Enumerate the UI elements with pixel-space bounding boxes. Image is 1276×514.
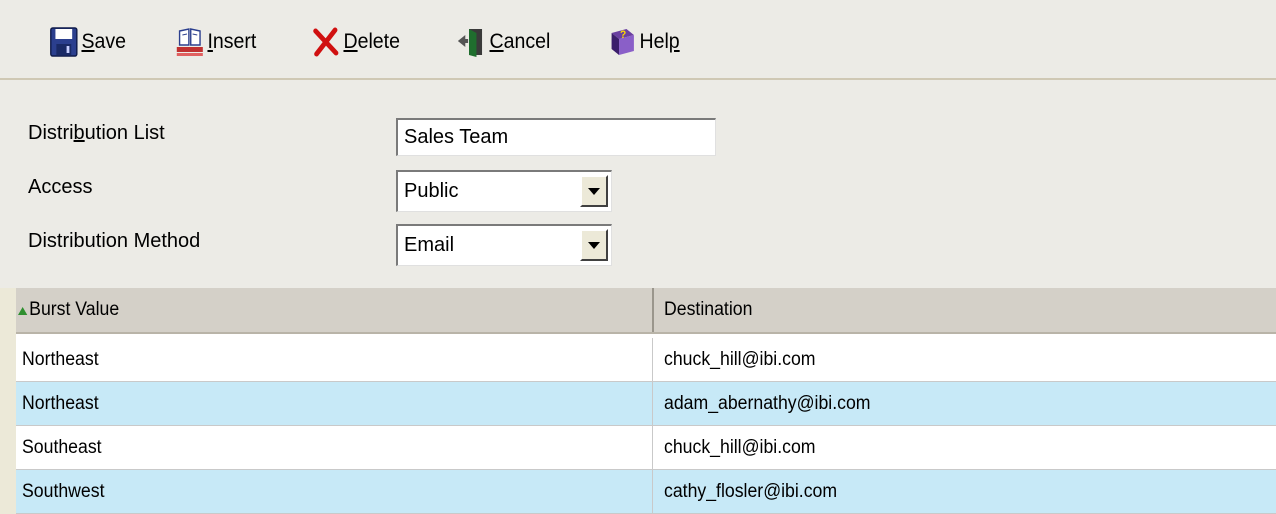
table-row[interactable]: Northeast chuck_hill@ibi.com [16,338,1276,382]
toolbar: Save Insert Delete Cancel ? Help [0,0,1276,80]
save-button[interactable]: Save [48,22,126,62]
distribution-list-label: Distribution List [28,122,165,144]
destination-cell: chuck_hill@ibi.com [664,348,816,370]
destination-cell: cathy_flosler@ibi.com [664,480,838,502]
grid-header: Burst Value Destination [16,288,1276,334]
column-header-destination[interactable]: Destination [664,288,752,332]
red-x-icon [313,27,339,57]
insert-button[interactable]: Insert [174,22,256,62]
access-select[interactable]: Public [396,170,612,212]
destination-cell: chuck_hill@ibi.com [664,436,816,458]
distribution-list-input[interactable] [396,118,716,156]
access-label: Access [28,176,93,198]
burst-value-cell: Southwest [22,480,105,502]
chevron-down-icon[interactable] [580,175,608,207]
help-button[interactable]: ? Help [606,22,680,62]
form-area [0,80,1276,288]
distribution-method-value: Email [404,234,455,256]
column-header-burst-value[interactable]: Burst Value [18,288,119,332]
burst-value-cell: Southeast [22,436,102,458]
cancel-accel: C [489,30,504,53]
burst-grid: Burst Value Destination Northeast chuck_… [16,288,1276,514]
table-row[interactable]: Southwest cathy_flosler@ibi.com [16,470,1276,514]
sort-ascending-icon [18,307,28,315]
burst-value-cell: Northeast [22,348,99,370]
chevron-down-icon[interactable] [580,229,608,261]
save-accel: S [81,30,95,53]
delete-accel: D [343,30,358,53]
delete-button[interactable]: Delete [310,22,400,62]
table-row[interactable]: Northeast adam_abernathy@ibi.com [16,382,1276,426]
help-book-icon: ? [611,29,634,55]
table-row[interactable]: Southeast chuck_hill@ibi.com [16,426,1276,470]
access-value: Public [404,180,459,202]
cancel-button[interactable]: Cancel [456,22,550,62]
burst-value-cell: Northeast [22,392,99,414]
door-exit-icon [457,29,483,57]
help-accel: p [668,30,680,53]
distribution-method-label: Distribution Method [28,230,201,252]
floppy-disk-icon [50,27,78,57]
column-divider[interactable] [652,288,654,332]
distribution-method-select[interactable]: Email [396,224,612,266]
destination-cell: adam_abernathy@ibi.com [664,392,871,414]
svg-text:?: ? [620,29,626,41]
insert-icon [176,28,203,56]
